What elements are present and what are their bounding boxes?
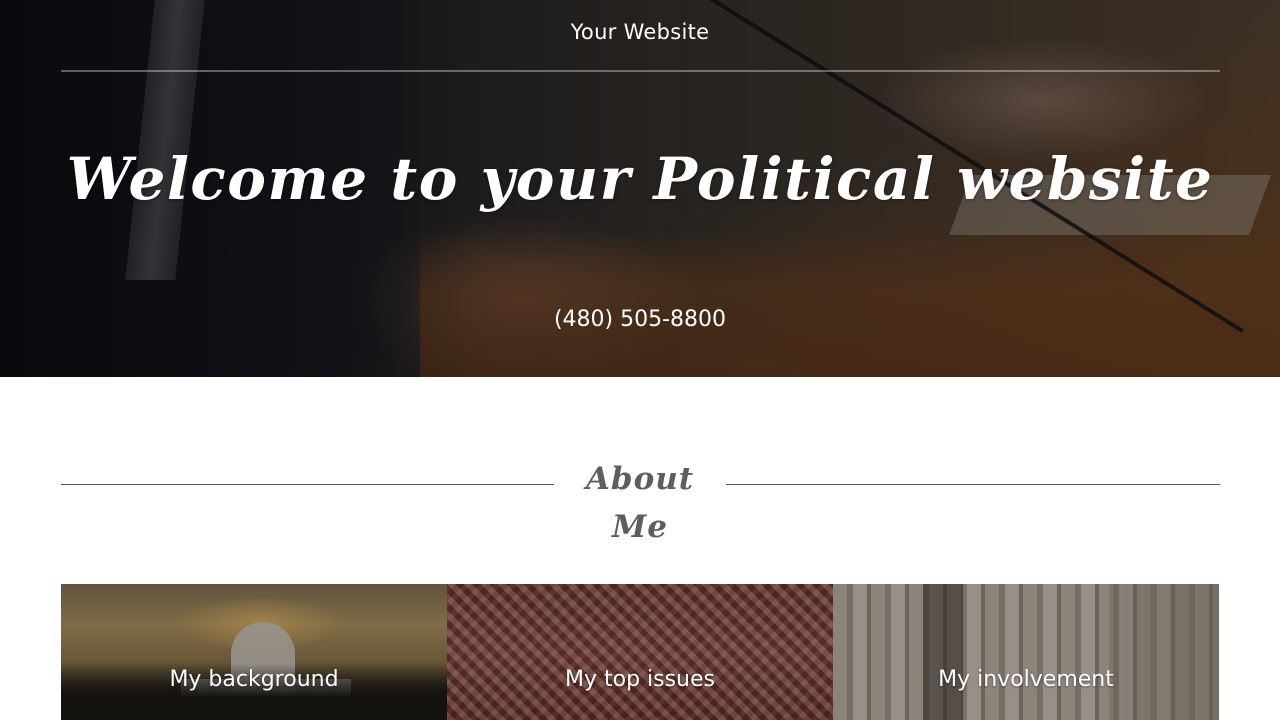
tile-overlay xyxy=(61,584,447,720)
tile-label: My background xyxy=(169,667,339,692)
hero-heading: Welcome to your Political website xyxy=(66,145,1214,213)
tile-my-involvement[interactable]: My involvement xyxy=(833,584,1219,720)
site-title-link[interactable]: Your Website xyxy=(0,20,1280,44)
about-divider-right xyxy=(726,484,1220,485)
tile-overlay xyxy=(447,584,833,720)
tile-label: My top issues xyxy=(564,667,715,692)
tile-overlay xyxy=(833,584,1219,720)
tile-my-top-issues[interactable]: My top issues xyxy=(447,584,833,720)
header-divider xyxy=(61,70,1220,72)
about-title-row: About Me xyxy=(61,455,1220,545)
about-tiles: My background My top issues My involveme… xyxy=(61,584,1219,720)
hero-section: Your Website Welcome to your Political w… xyxy=(0,0,1280,377)
tile-label: My involvement xyxy=(938,667,1114,692)
phone-link[interactable]: (480) 505-8800 xyxy=(0,307,1280,332)
about-divider-left xyxy=(61,484,554,485)
tile-my-background[interactable]: My background xyxy=(61,584,447,720)
about-title: About Me xyxy=(585,461,695,545)
